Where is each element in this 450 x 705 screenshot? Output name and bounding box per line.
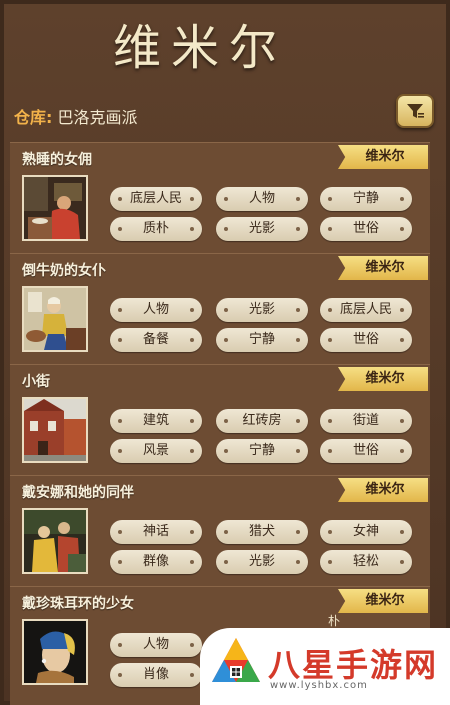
repository-label: 仓库: [14,108,53,127]
tag: 猎犬 [216,520,308,544]
artist-title: 维米尔 [112,20,287,76]
painting-name: 戴安娜和她的同伴 [22,485,134,501]
tag: 人物 [110,633,202,657]
repository-value[interactable]: 巴洛克画派 [58,108,138,127]
tag: 宁静 [216,439,308,463]
tag: 世俗 [320,328,412,352]
tag: 宁静 [320,187,412,211]
painting-name: 小街 [22,374,50,390]
watermark-logo-icon [212,638,260,682]
tag: 光影 [216,550,308,574]
filter-button[interactable] [396,94,434,128]
tag: 世俗 [320,217,412,241]
watermark-banner: 八星手游网 www.lyshbx.com [200,628,450,705]
overflow-text: 朴 [328,614,341,628]
tag: 备餐 [110,328,202,352]
painting-card[interactable]: 小街 维米尔 建筑 红砖房 街道 风景 宁静 世俗 [10,364,430,476]
tag: 轻松 [320,550,412,574]
painting-card[interactable]: 熟睡的女佣 维米尔 底层人民 人物 宁静 质朴 光影 世俗 [10,142,430,254]
painting-thumbnail[interactable] [22,508,88,574]
painting-name: 戴珍珠耳环的少女 [22,596,134,612]
tag: 质朴 [110,217,202,241]
tag: 底层人民 [110,187,202,211]
tag: 人物 [110,298,202,322]
painting-card[interactable]: 戴安娜和她的同伴 维米尔 神话 猎犬 女神 群像 光影 轻松 [10,475,430,587]
tag: 底层人民 [320,298,412,322]
painting-thumbnail[interactable] [22,397,88,463]
painting-card[interactable]: 倒牛奶的女仆 维米尔 人物 光影 底层人民 备餐 宁静 世俗 [10,253,430,365]
repository-line: 仓库: 巴洛克画派 [14,104,138,132]
watermark-url: www.lyshbx.com [270,680,368,691]
artist-ribbon: 维米尔 [338,367,428,391]
tag: 群像 [110,550,202,574]
artist-ribbon: 维米尔 [338,589,428,613]
artist-ribbon: 维米尔 [338,478,428,502]
tag: 宁静 [216,328,308,352]
tag: 风景 [110,439,202,463]
painting-name: 倒牛奶的女仆 [22,263,106,279]
tag: 光影 [216,217,308,241]
painting-thumbnail[interactable] [22,619,88,685]
filter-icon [407,104,424,118]
painting-name: 熟睡的女佣 [22,152,92,168]
tag: 世俗 [320,439,412,463]
tag: 街道 [320,409,412,433]
tag: 光影 [216,298,308,322]
tag: 肖像 [110,663,202,687]
tag: 建筑 [110,409,202,433]
artist-ribbon: 维米尔 [338,256,428,280]
tag: 女神 [320,520,412,544]
tag: 人物 [216,187,308,211]
tag: 红砖房 [216,409,308,433]
artist-ribbon: 维米尔 [338,145,428,169]
painting-thumbnail[interactable] [22,175,88,241]
tag: 神话 [110,520,202,544]
painting-thumbnail[interactable] [22,286,88,352]
